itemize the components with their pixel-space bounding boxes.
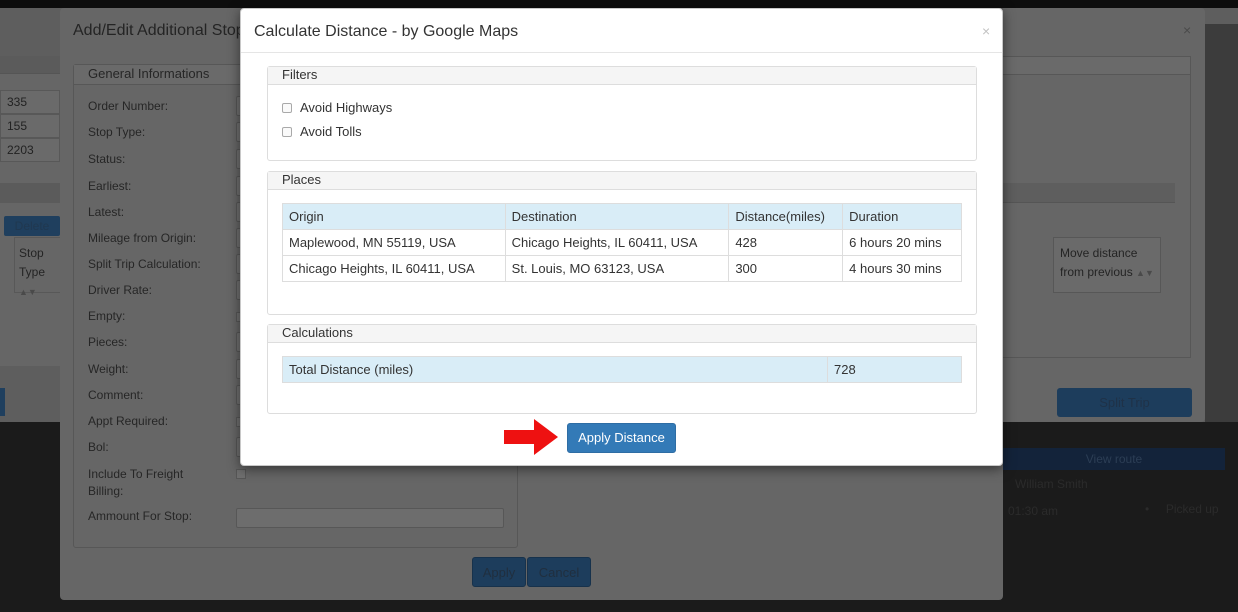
- underlying-value: 155: [0, 114, 60, 138]
- origin-cell: Chicago Heights, IL 60411, USA: [282, 255, 506, 282]
- apply-distance-button[interactable]: Apply Distance: [567, 423, 676, 453]
- filters-legend: Filters: [268, 67, 976, 85]
- field-label: Latest:: [88, 205, 125, 219]
- field-label: Pieces:: [88, 335, 128, 349]
- stop-type-column-header[interactable]: Stop Type ▲▼: [14, 237, 64, 297]
- field-label: Appt Required:: [88, 414, 169, 428]
- total-distance-value: 728: [827, 356, 962, 383]
- table-row: Chicago Heights, IL 60411, USA St. Louis…: [282, 255, 962, 282]
- calculations-section: Calculations Total Distance (miles) 728: [267, 324, 977, 414]
- avoid-highways-option[interactable]: Avoid Highways: [282, 100, 392, 115]
- table-row: Maplewood, MN 55119, USA Chicago Heights…: [282, 229, 962, 256]
- destination-cell: Chicago Heights, IL 60411, USA: [504, 229, 730, 256]
- calculations-legend: Calculations: [268, 325, 976, 343]
- backdrop-right-strip: [1205, 24, 1238, 422]
- underlying-form-strip: 335 155 2203: [0, 56, 60, 366]
- field-label: Status:: [88, 152, 126, 166]
- distance-cell: 428: [728, 229, 844, 256]
- outer-close-icon[interactable]: ×: [1183, 22, 1191, 38]
- table-header-row: Origin Destination Distance(miles) Durat…: [282, 203, 962, 230]
- driver-name: William Smith: [1015, 477, 1088, 491]
- distance-cell: 300: [728, 255, 844, 282]
- column-header-distance: Distance(miles): [728, 203, 844, 230]
- outer-apply-button[interactable]: Apply: [472, 557, 526, 587]
- outer-modal-title: Add/Edit Additional Stop: [73, 22, 245, 39]
- column-header-origin: Origin: [282, 203, 506, 230]
- places-section: Places Origin Destination Distance(miles…: [267, 171, 977, 315]
- sort-icon: ▲▼: [1136, 268, 1154, 278]
- duration-cell: 6 hours 20 mins: [842, 229, 962, 256]
- destination-cell: St. Louis, MO 63123, USA: [504, 255, 730, 282]
- field-label: Earliest:: [88, 179, 132, 193]
- calculate-distance-modal: Calculate Distance - by Google Maps × Fi…: [240, 8, 1003, 466]
- avoid-tolls-checkbox[interactable]: [282, 126, 292, 137]
- amount-for-stop-input[interactable]: [236, 508, 504, 528]
- field-label: Ammount For Stop:: [88, 509, 193, 523]
- include-freight-billing-checkbox[interactable]: [236, 469, 246, 479]
- field-label: Include To Freight Billing:: [88, 467, 184, 498]
- top-bar: [0, 0, 1238, 8]
- field-label: Empty:: [88, 309, 126, 323]
- view-route-button[interactable]: View route: [1003, 448, 1225, 470]
- outer-cancel-button[interactable]: Cancel: [527, 557, 591, 587]
- field-label: Mileage from Origin:: [88, 231, 197, 245]
- field-label: Driver Rate:: [88, 283, 153, 297]
- total-distance-row: Total Distance (miles) 728: [282, 356, 962, 383]
- modal-header: Calculate Distance - by Google Maps ×: [241, 9, 1002, 53]
- field-label: Order Number:: [88, 99, 169, 113]
- field-label: Bol:: [88, 440, 109, 454]
- column-header-duration: Duration: [842, 203, 962, 230]
- sort-icon: ▲▼: [19, 287, 37, 297]
- close-icon[interactable]: ×: [982, 23, 990, 39]
- calculations-table: Total Distance (miles) 728: [282, 356, 962, 383]
- total-distance-label: Total Distance (miles): [282, 356, 828, 383]
- places-table: Origin Destination Distance(miles) Durat…: [282, 203, 962, 282]
- duration-cell: 4 hours 30 mins: [842, 255, 962, 282]
- filters-section: Filters Avoid Highways Avoid Tolls: [267, 66, 977, 161]
- origin-cell: Maplewood, MN 55119, USA: [282, 229, 506, 256]
- stop-status: • Picked up: [1145, 502, 1219, 516]
- move-distance-column-header[interactable]: Move distance from previous ▲▼: [1053, 237, 1161, 293]
- delete-button[interactable]: Delete: [4, 216, 60, 236]
- field-label: Split Trip Calculation:: [88, 257, 201, 271]
- field-label: Comment:: [88, 388, 144, 402]
- field-label: Stop Type:: [88, 125, 146, 139]
- stop-time: 01:30 am: [1008, 504, 1059, 518]
- red-arrow-icon: [504, 419, 558, 455]
- field-label: Weight:: [88, 362, 129, 376]
- modal-title: Calculate Distance - by Google Maps: [254, 23, 519, 40]
- underlying-value: 2203: [0, 138, 60, 162]
- underlying-button[interactable]: [0, 388, 5, 416]
- split-trip-button[interactable]: Split Trip: [1057, 388, 1192, 417]
- avoid-tolls-label: Avoid Tolls: [300, 124, 362, 139]
- places-legend: Places: [268, 172, 976, 190]
- column-header-destination: Destination: [504, 203, 730, 230]
- underlying-stops-panel: [1003, 56, 1191, 358]
- avoid-highways-label: Avoid Highways: [300, 100, 393, 115]
- avoid-highways-checkbox[interactable]: [282, 102, 292, 113]
- underlying-value: 335: [0, 90, 60, 114]
- avoid-tolls-option[interactable]: Avoid Tolls: [282, 124, 362, 139]
